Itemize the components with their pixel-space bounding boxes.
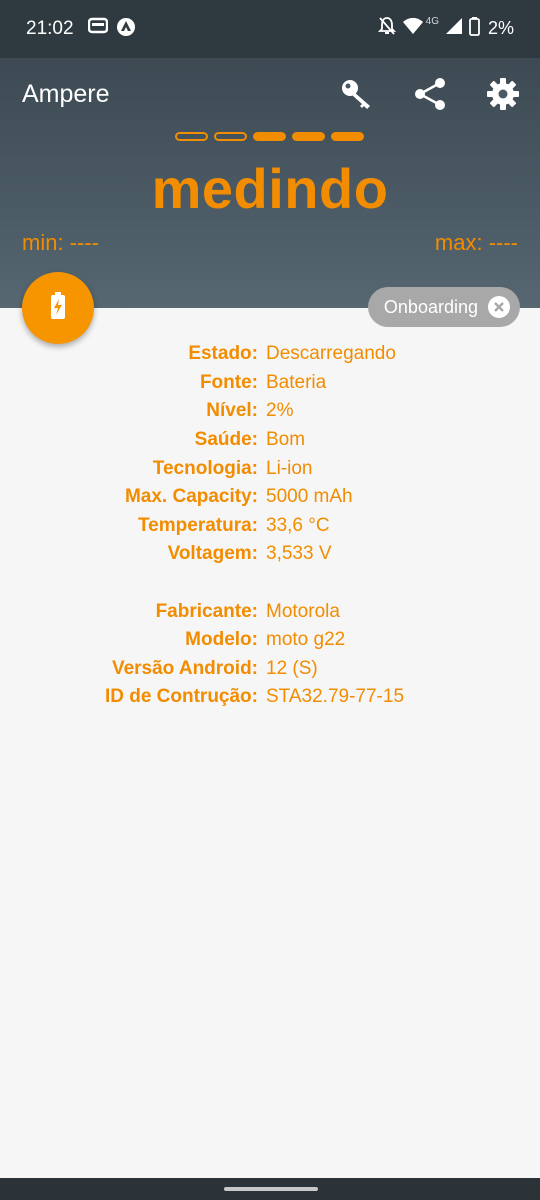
battery-fab-button[interactable] [22, 272, 94, 344]
info-label: ID de Contrução: [104, 686, 258, 708]
info-value: moto g22 [266, 629, 346, 651]
share-icon [414, 77, 446, 116]
info-row-build-id: ID de Contrução: STA32.79-77-15 [0, 683, 540, 712]
info-row-modelo: Modelo: moto g22 [0, 626, 540, 655]
app-header: Ampere medindo min: ---- max: ---- [0, 58, 540, 308]
app-title: Ampere [22, 80, 110, 108]
key-button[interactable] [338, 78, 374, 114]
info-label: Nível: [206, 400, 258, 422]
info-row-voltagem: Voltagem: 3,533 V [0, 540, 540, 569]
battery-charging-icon [49, 291, 67, 325]
silent-bell-icon [377, 16, 396, 41]
info-value: 5000 mAh [266, 486, 353, 508]
card-icon [88, 17, 108, 35]
info-value: STA32.79-77-15 [266, 686, 405, 708]
status-time: 21:02 [26, 18, 74, 39]
info-row-temperatura: Temperatura: 33,6 °C [0, 512, 540, 541]
info-row-estado: Estado: Descarregando [0, 340, 540, 369]
info-label: Max. Capacity: [124, 486, 258, 508]
info-row-nivel: Nível: 2% [0, 397, 540, 426]
info-label: Temperatura: [137, 514, 258, 536]
info-value: Li-ion [266, 457, 313, 479]
close-icon[interactable] [488, 296, 510, 318]
max-value: max: ---- [434, 230, 518, 255]
app-notification-icon [116, 17, 136, 37]
measuring-status: medindo [151, 157, 389, 220]
info-label: Voltagem: [167, 543, 258, 565]
info-row-fonte: Fonte: Bateria [0, 369, 540, 398]
info-row-capacity: Max. Capacity: 5000 mAh [0, 483, 540, 512]
progress-dot [253, 132, 286, 141]
info-value: 3,533 V [266, 543, 332, 565]
onboarding-chip[interactable]: Onboarding [367, 287, 520, 327]
info-label: Estado: [188, 343, 258, 365]
progress-dot [214, 132, 247, 141]
battery-icon [469, 16, 480, 41]
progress-dot [292, 132, 325, 141]
gear-icon [486, 77, 520, 116]
info-row-tecnologia: Tecnologia: Li-ion [0, 454, 540, 483]
cell-signal-icon [445, 17, 463, 40]
info-value: 2% [266, 400, 294, 422]
info-value: Motorola [266, 600, 340, 622]
info-label: Saúde: [194, 429, 258, 451]
onboarding-chip-label: Onboarding [383, 296, 478, 317]
wifi-icon [402, 17, 424, 40]
info-label: Versão Android: [111, 657, 258, 679]
progress-dot [175, 132, 208, 141]
status-bar: 21:02 4G 2% [0, 0, 540, 58]
info-value: Bateria [266, 371, 327, 393]
info-value: Bom [266, 429, 306, 451]
info-value: 12 (S) [266, 657, 318, 679]
progress-dot [331, 132, 364, 141]
home-gesture-handle[interactable] [224, 1187, 318, 1191]
key-icon [339, 77, 373, 116]
info-row-android-version: Versão Android: 12 (S) [0, 655, 540, 684]
info-label: Tecnologia: [152, 457, 258, 479]
battery-info-list: Estado: Descarregando Fonte: Bateria Nív… [0, 340, 540, 712]
info-value: 33,6 °C [266, 514, 330, 536]
min-value: min: ---- [22, 230, 99, 255]
battery-percent: 2% [487, 18, 514, 38]
navigation-bar [0, 1178, 540, 1200]
info-label: Modelo: [185, 629, 258, 651]
info-row-fabricante: Fabricante: Motorola [0, 597, 540, 626]
status-icons: 4G 2% [377, 16, 514, 41]
info-label: Fonte: [199, 371, 258, 393]
network-type: 4G [425, 16, 439, 27]
info-value: Descarregando [266, 343, 396, 365]
info-label: Fabricante: [155, 600, 258, 622]
measurement-progress [175, 132, 364, 141]
info-row-saude: Saúde: Bom [0, 426, 540, 455]
settings-button[interactable] [485, 77, 521, 116]
share-button[interactable] [412, 77, 448, 116]
